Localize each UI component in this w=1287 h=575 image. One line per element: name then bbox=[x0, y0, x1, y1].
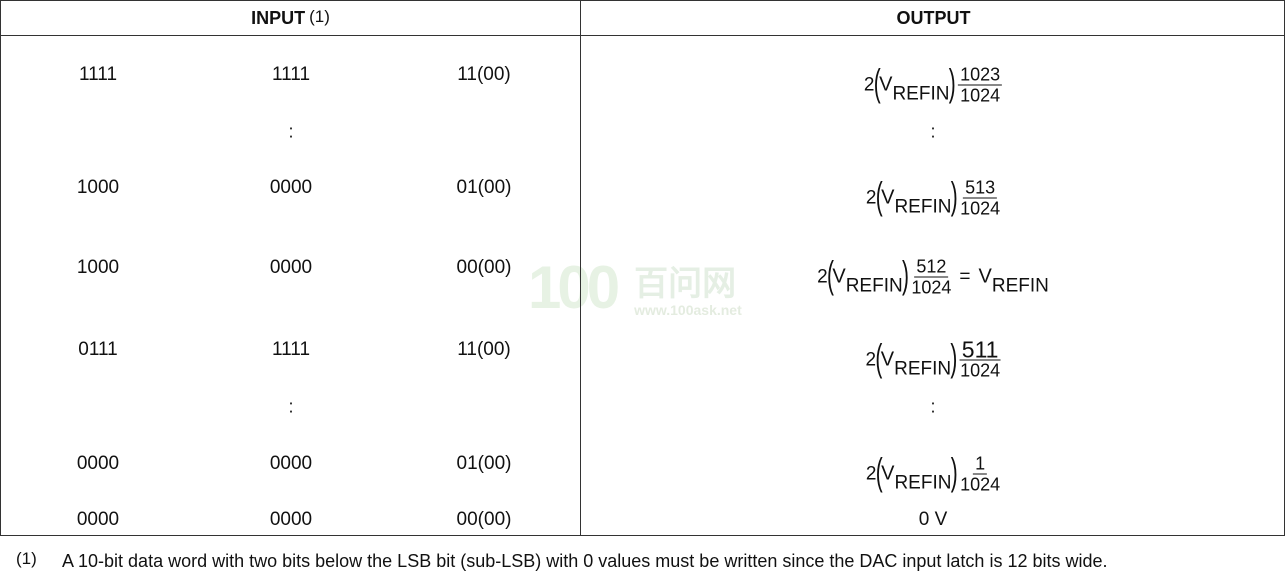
output-header: OUTPUT bbox=[896, 8, 971, 28]
input-bits-2: 1111 bbox=[271, 339, 311, 360]
output-ellipsis: : bbox=[930, 121, 936, 142]
fraction: 513 1024 bbox=[960, 178, 1000, 219]
vref-subscript: REFIN bbox=[894, 196, 952, 218]
numerator: 513 bbox=[963, 177, 998, 199]
footnote: (1) A 10-bit data word with two bits belo… bbox=[16, 549, 1108, 572]
vref-symbol: V bbox=[881, 186, 895, 209]
input-header-label: INPUT bbox=[251, 8, 306, 28]
input-ellipsis: : bbox=[288, 121, 294, 142]
input-bits-3: 11(00) bbox=[457, 64, 511, 85]
table-header: INPUT (1) OUTPUT bbox=[1, 1, 1284, 36]
numerator: 511 bbox=[959, 336, 1001, 363]
close-paren: ) bbox=[950, 451, 958, 493]
denominator: 1024 bbox=[960, 360, 1001, 381]
column-divider bbox=[580, 1, 581, 535]
input-bits-2: 0000 bbox=[269, 453, 313, 474]
close-paren: ) bbox=[948, 62, 956, 104]
equals-sign: = bbox=[959, 266, 971, 287]
input-bits-1: 1111 bbox=[78, 64, 118, 85]
input-bits-1: 0000 bbox=[76, 509, 120, 530]
vref-subscript: REFIN bbox=[894, 472, 952, 494]
fraction: 511 1024 bbox=[959, 336, 1001, 381]
open-paren: ( bbox=[875, 451, 883, 493]
footnote-text: A 10-bit data word with two bits below t… bbox=[62, 551, 1108, 571]
vref-subscript: REFIN bbox=[892, 83, 950, 105]
input-header: INPUT (1) bbox=[1, 1, 580, 35]
close-paren: ) bbox=[901, 254, 909, 296]
numerator: 512 bbox=[914, 256, 949, 278]
open-paren: ( bbox=[875, 175, 883, 217]
denominator: 1024 bbox=[960, 85, 1001, 106]
output-formula: 2 ( V REFIN ) 513 1024 bbox=[866, 175, 1000, 219]
input-bits-1: 0111 bbox=[78, 339, 118, 360]
open-paren: ( bbox=[873, 62, 881, 104]
open-paren: ( bbox=[826, 254, 834, 296]
input-bits-3: 01(00) bbox=[456, 177, 512, 198]
vref-symbol: V bbox=[879, 73, 893, 96]
numerator: 1023 bbox=[958, 64, 1003, 86]
denominator: 1024 bbox=[911, 277, 952, 298]
input-bits-1: 0000 bbox=[76, 453, 120, 474]
input-header-note-ref: (1) bbox=[309, 7, 330, 26]
output-formula: 2 ( V REFIN ) 511 1024 bbox=[866, 336, 1001, 381]
input-bits-2: 0000 bbox=[269, 509, 313, 530]
vref-symbol: V bbox=[832, 265, 846, 288]
open-paren: ( bbox=[874, 337, 882, 379]
numerator: 1 bbox=[973, 453, 988, 475]
input-bits-1: 1000 bbox=[76, 257, 120, 278]
input-ellipsis: : bbox=[288, 396, 294, 417]
vref-subscript: REFIN bbox=[991, 275, 1049, 297]
fraction: 512 1024 bbox=[911, 257, 951, 298]
output-formula: 2 ( V REFIN ) 1023 1024 bbox=[864, 62, 1003, 106]
input-bits-2: 1111 bbox=[271, 64, 311, 85]
input-bits-2: 0000 bbox=[269, 177, 313, 198]
footnote-marker: (1) bbox=[16, 549, 37, 568]
denominator: 1024 bbox=[960, 474, 1001, 495]
output-zero-volt: 0 V bbox=[918, 509, 948, 530]
dac-code-table: INPUT (1) OUTPUT 1111 1111 11(00) 2 ( V RE… bbox=[0, 0, 1285, 536]
close-paren: ) bbox=[950, 175, 958, 217]
output-ellipsis: : bbox=[930, 396, 936, 417]
vref-symbol: V bbox=[881, 462, 895, 485]
fraction: 1023 1024 bbox=[958, 64, 1003, 106]
input-bits-3: 11(00) bbox=[457, 339, 511, 360]
input-bits-3: 01(00) bbox=[456, 453, 512, 474]
vref-subscript: REFIN bbox=[894, 358, 952, 380]
input-bits-2: 0000 bbox=[269, 257, 313, 278]
fraction: 1 1024 bbox=[960, 454, 1000, 495]
input-bits-3: 00(00) bbox=[456, 257, 512, 278]
close-paren: ) bbox=[949, 337, 957, 379]
output-formula: 2 ( V REFIN ) 512 1024 = V REFIN bbox=[817, 254, 1049, 298]
vref-symbol: V bbox=[978, 265, 992, 288]
input-bits-1: 1000 bbox=[76, 177, 120, 198]
output-formula: 2 ( V REFIN ) 1 1024 bbox=[866, 451, 1000, 495]
vref-subscript: REFIN bbox=[845, 275, 903, 297]
vref-symbol: V bbox=[880, 348, 895, 371]
denominator: 1024 bbox=[960, 198, 1001, 219]
input-bits-3: 00(00) bbox=[456, 509, 512, 530]
